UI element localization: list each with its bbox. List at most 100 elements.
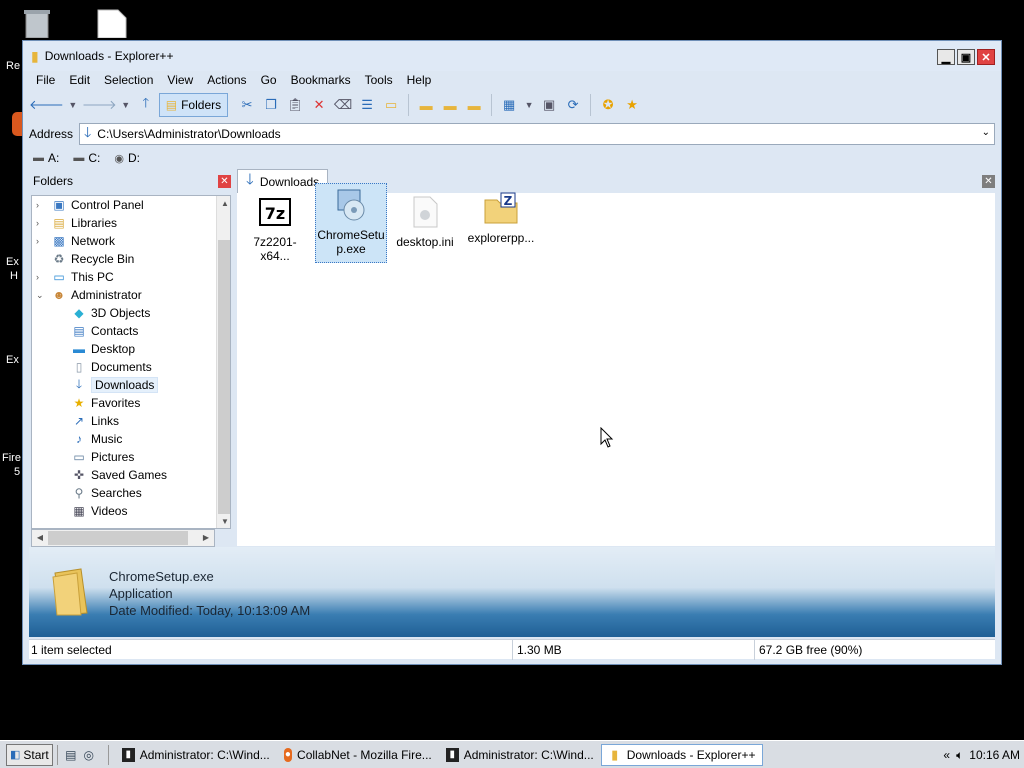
menu-help[interactable]: Help bbox=[400, 71, 439, 89]
bookmarks-star-icon[interactable]: ★ bbox=[621, 93, 643, 117]
command-prompt-icon[interactable]: ▣ bbox=[538, 93, 560, 117]
menu-bookmarks[interactable]: Bookmarks bbox=[284, 71, 358, 89]
show-desktop-icon[interactable]: ▤ bbox=[62, 746, 80, 764]
tree-item-control-panel[interactable]: › ▣ Control Panel bbox=[36, 196, 144, 214]
expand-icon[interactable]: › bbox=[36, 236, 50, 246]
tree-item-saved-games[interactable]: ✜ Saved Games bbox=[70, 466, 167, 484]
file-item[interactable]: Z explorerpp... bbox=[465, 185, 537, 253]
tree-item-documents[interactable]: ▯ Documents bbox=[70, 358, 152, 376]
address-dropdown-icon[interactable]: ⌄ bbox=[982, 127, 990, 138]
minimize-button[interactable]: ▁ bbox=[937, 49, 955, 65]
scroll-thumb[interactable] bbox=[48, 531, 188, 545]
tree-item-3d-objects[interactable]: ◆ 3D Objects bbox=[70, 304, 150, 322]
zip-folder-icon: Z bbox=[484, 191, 518, 225]
firefox-desktop-icon[interactable] bbox=[12, 112, 22, 136]
menu-selection[interactable]: Selection bbox=[97, 71, 160, 89]
expand-icon[interactable]: › bbox=[36, 272, 50, 282]
mouse-cursor-icon bbox=[600, 426, 614, 452]
switch-windows-icon[interactable]: ◎ bbox=[80, 746, 98, 764]
title-bar[interactable]: ▮ Downloads - Explorer++ ▁ ▣ ✕ bbox=[23, 41, 1001, 71]
tree-item-links[interactable]: ↗ Links bbox=[70, 412, 119, 430]
drive-c-button[interactable]: ▬ C: bbox=[73, 151, 100, 165]
scroll-thumb[interactable] bbox=[218, 240, 230, 514]
tree-item-videos[interactable]: ▦ Videos bbox=[70, 502, 127, 520]
menu-view[interactable]: View bbox=[160, 71, 200, 89]
tree-item-libraries[interactable]: › ▤ Libraries bbox=[36, 214, 117, 232]
copy-icon[interactable]: ❐ bbox=[260, 93, 282, 117]
refresh-icon[interactable]: ⟳ bbox=[562, 93, 584, 117]
file-item[interactable]: 7z 7z2201-x64... bbox=[239, 195, 311, 263]
cut-icon[interactable]: ✂ bbox=[236, 93, 258, 117]
scroll-right-icon[interactable]: ▶ bbox=[198, 530, 214, 546]
taskbar-task-cmd[interactable]: ▮ Administrator: C:\Wind... bbox=[439, 744, 601, 766]
close-tab-button[interactable]: ✕ bbox=[982, 175, 995, 188]
address-input[interactable]: 🡓 C:\Users\Administrator\Downloads ⌄ bbox=[79, 123, 995, 145]
taskbar-task-cmd[interactable]: ▮ Administrator: C:\Wind... bbox=[115, 744, 277, 766]
tree-item-music[interactable]: ♪ Music bbox=[70, 430, 122, 448]
up-arrow-icon[interactable]: 🡑 bbox=[135, 93, 157, 117]
delete-icon[interactable]: ✕ bbox=[308, 93, 330, 117]
tree-item-label: Control Panel bbox=[71, 198, 144, 212]
tree-item-searches[interactable]: ⚲ Searches bbox=[70, 484, 142, 502]
tree-item-favorites[interactable]: ★ Favorites bbox=[70, 394, 141, 412]
menu-actions[interactable]: Actions bbox=[200, 71, 253, 89]
expand-icon[interactable]: › bbox=[36, 200, 50, 210]
clock[interactable]: 10:16 AM bbox=[969, 748, 1020, 762]
tree-item-contacts[interactable]: ▤ Contacts bbox=[70, 322, 138, 340]
volume-icon[interactable]: 🔈︎ bbox=[956, 748, 963, 763]
file-item[interactable]: desktop.ini bbox=[389, 195, 461, 263]
scroll-up-icon[interactable]: ▲ bbox=[217, 196, 230, 212]
forward-arrow-icon[interactable]: 🡒 bbox=[82, 93, 117, 117]
new-folder-icon[interactable]: ▬ bbox=[415, 93, 437, 117]
tree-item-network[interactable]: › ▩ Network bbox=[36, 232, 115, 250]
taskbar-task-explorer[interactable]: ▮ Downloads - Explorer++ bbox=[600, 743, 763, 766]
expand-icon[interactable]: › bbox=[36, 218, 50, 228]
tray-expand-icon[interactable]: « bbox=[943, 748, 950, 762]
file-desktop-icon[interactable] bbox=[96, 8, 130, 39]
add-bookmark-icon[interactable]: ✪ bbox=[597, 93, 619, 117]
menu-edit[interactable]: Edit bbox=[62, 71, 97, 89]
tree-item-label: Favorites bbox=[91, 396, 141, 410]
scroll-left-icon[interactable]: ◀ bbox=[32, 530, 48, 546]
scroll-down-icon[interactable]: ▼ bbox=[217, 514, 230, 528]
file-item-selected[interactable]: ChromeSetu p.exe bbox=[315, 183, 387, 263]
views-grid-icon[interactable]: ▦ bbox=[498, 93, 520, 117]
address-label: Address bbox=[29, 127, 74, 141]
drive-d-button[interactable]: ◉ D: bbox=[114, 151, 140, 165]
recycle-bin-desktop-icon[interactable] bbox=[18, 8, 56, 39]
paste-icon[interactable]: 📋︎ bbox=[284, 93, 306, 117]
tree-horizontal-scrollbar[interactable]: ◀ ▶ bbox=[31, 529, 215, 547]
tree-item-desktop[interactable]: ▬ Desktop bbox=[70, 340, 135, 358]
menu-tools[interactable]: Tools bbox=[358, 71, 400, 89]
taskbar-task-firefox[interactable]: ● CollabNet - Mozilla Fire... bbox=[277, 744, 439, 766]
folders-button[interactable]: ▤ Folders bbox=[158, 93, 229, 117]
back-dropdown-icon[interactable]: ▼ bbox=[66, 93, 80, 117]
move-to-folder-icon[interactable]: ▬ bbox=[439, 93, 461, 117]
views-dropdown-icon[interactable]: ▼ bbox=[522, 93, 536, 117]
tree-item-administrator[interactable]: ⌄ ☻ Administrator bbox=[36, 286, 142, 304]
menu-go[interactable]: Go bbox=[254, 71, 284, 89]
tree-item-recycle-bin[interactable]: ♻ Recycle Bin bbox=[36, 250, 135, 268]
file-name-line2: p.exe bbox=[336, 242, 366, 256]
tree-item-pictures[interactable]: ▭ Pictures bbox=[70, 448, 134, 466]
back-arrow-icon[interactable]: 🡐 bbox=[29, 93, 64, 117]
start-button[interactable]: ◧ Start bbox=[6, 743, 53, 766]
delete-permanently-icon[interactable]: ⌫ bbox=[332, 93, 354, 117]
open-folder-icon[interactable]: ▬ bbox=[463, 93, 485, 117]
folder-large-icon bbox=[51, 567, 91, 617]
drive-a-button[interactable]: ▬ A: bbox=[33, 151, 59, 165]
copy-to-folder-icon[interactable]: ▭ bbox=[380, 93, 402, 117]
collapse-icon[interactable]: ⌄ bbox=[36, 290, 50, 301]
tree-item-this-pc[interactable]: › ▭ This PC bbox=[36, 268, 114, 286]
tree-vertical-scrollbar[interactable]: ▲ ▼ bbox=[216, 196, 230, 528]
menu-file[interactable]: File bbox=[29, 71, 62, 89]
status-bar: 1 item selected 1.30 MB 67.2 GB free (90… bbox=[29, 639, 995, 660]
forward-dropdown-icon[interactable]: ▼ bbox=[119, 93, 133, 117]
close-folders-pane-button[interactable]: ✕ bbox=[218, 174, 231, 188]
close-button[interactable]: ✕ bbox=[977, 49, 995, 65]
libraries-icon: ▤ bbox=[53, 216, 65, 230]
tree-item-downloads[interactable]: 🡓 Downloads bbox=[70, 376, 159, 394]
task-label: CollabNet - Mozilla Fire... bbox=[297, 747, 432, 762]
maximize-button[interactable]: ▣ bbox=[957, 49, 975, 65]
properties-icon[interactable]: ☰ bbox=[356, 93, 378, 117]
